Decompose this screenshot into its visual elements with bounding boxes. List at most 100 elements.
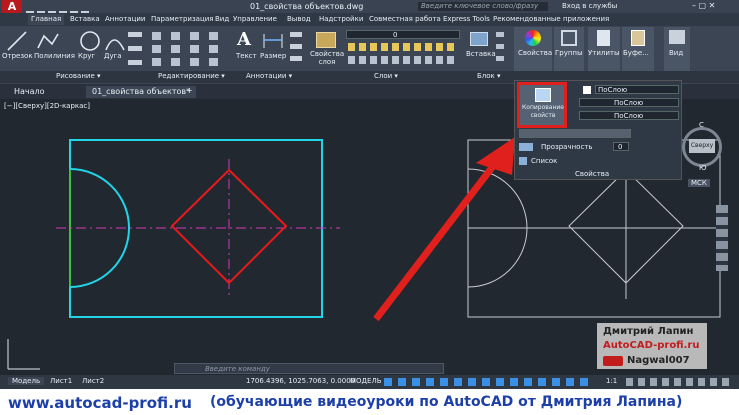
footer-banner: www.autocad-profi.ru (обучающие видеоуро… bbox=[0, 389, 739, 415]
match-properties-icon bbox=[535, 88, 551, 102]
block-tools-col[interactable] bbox=[496, 32, 504, 68]
arc-tool[interactable]: Дуга bbox=[104, 52, 122, 60]
viewcube[interactable]: С Сверху Ю МСК bbox=[680, 121, 724, 187]
linetype-dropdown[interactable]: ПоСлою bbox=[579, 98, 679, 107]
youtube-icon bbox=[603, 356, 623, 366]
ribbon-tabs: Главная Вставка Аннотации Параметризация… bbox=[0, 13, 739, 26]
annotation-panel-title[interactable]: Аннотации ▾ bbox=[246, 72, 292, 80]
status-toggle-icons[interactable] bbox=[384, 378, 594, 386]
plot-style-dropdown[interactable] bbox=[519, 129, 631, 138]
modify-panel-title[interactable]: Редактирование ▾ bbox=[158, 72, 225, 80]
view-label: Вид bbox=[669, 49, 684, 57]
match-properties-label: Копирование свойств bbox=[522, 104, 564, 119]
window-title: 01_свойства объектов.dwg bbox=[250, 2, 364, 11]
utilities-label: Утилиты bbox=[588, 49, 620, 57]
window-controls[interactable]: – ▢ ✕ bbox=[692, 1, 715, 10]
list-button[interactable]: Список bbox=[531, 157, 557, 165]
properties-label: Свойства bbox=[518, 49, 553, 57]
dimension-tool[interactable]: Размер bbox=[260, 52, 286, 60]
properties-button[interactable]: Свойства bbox=[514, 27, 552, 71]
transparency-input[interactable]: 0 bbox=[613, 142, 629, 151]
tab-manage[interactable]: Управление bbox=[230, 14, 280, 25]
layer-tools-row-2[interactable] bbox=[348, 56, 458, 64]
polyline-tool[interactable]: Полилиния bbox=[34, 52, 75, 60]
layer-properties-icon[interactable] bbox=[316, 32, 336, 48]
start-tab[interactable]: Начало bbox=[14, 87, 45, 96]
calculator-icon bbox=[597, 30, 610, 46]
transparency-label: Прозрачность bbox=[541, 143, 593, 151]
viewcube-face[interactable]: Сверху bbox=[689, 139, 715, 153]
annotation-extra-icons[interactable] bbox=[290, 32, 302, 68]
groups-icon bbox=[561, 30, 577, 46]
lineweight-value: ПоСлою bbox=[614, 112, 644, 120]
view-icon bbox=[669, 30, 685, 44]
new-tab-button[interactable]: + bbox=[186, 86, 193, 95]
insert-block-label[interactable]: Вставка bbox=[466, 50, 496, 58]
layer-tools-row[interactable] bbox=[348, 43, 458, 51]
layout-tab-sheet1[interactable]: Лист1 bbox=[50, 377, 72, 385]
command-input[interactable]: Введите команду bbox=[205, 365, 270, 373]
layout-tab-model[interactable]: Модель bbox=[8, 377, 45, 385]
footer-tagline: (обучающие видеоуроки по AutoCAD от Дмит… bbox=[210, 394, 683, 410]
layer-properties-label[interactable]: Свойства слоя bbox=[310, 50, 344, 66]
tab-output[interactable]: Вывод bbox=[284, 14, 314, 25]
dimension-icon[interactable] bbox=[262, 30, 284, 50]
draw-extra-icons[interactable] bbox=[128, 32, 142, 74]
groups-button[interactable]: Группы bbox=[554, 27, 584, 71]
author-name: Дмитрий Лапин bbox=[603, 326, 694, 337]
navigation-bar[interactable] bbox=[716, 205, 728, 271]
properties-panel-title: Свойства bbox=[575, 170, 610, 178]
layer-dropdown[interactable]: 0 bbox=[346, 30, 460, 39]
circle-tool[interactable]: Круг bbox=[78, 52, 95, 60]
clipboard-label: Буфе... bbox=[623, 49, 649, 57]
tab-parametric[interactable]: Параметризация bbox=[148, 14, 216, 25]
text-tool[interactable]: Текст bbox=[236, 52, 257, 60]
status-bar: Модель Лист1 Лист2 1706.4396, 1025.7063,… bbox=[0, 375, 739, 389]
draw-panel-title[interactable]: Рисование ▾ bbox=[56, 72, 101, 80]
color-dropdown[interactable]: ПоСлою bbox=[595, 85, 679, 94]
tab-collaborate[interactable]: Совместная работа bbox=[366, 14, 444, 25]
viewcube-south[interactable]: Ю bbox=[699, 164, 707, 172]
quick-access-toolbar[interactable] bbox=[26, 3, 121, 18]
author-site: AutoCAD-profi.ru bbox=[603, 340, 700, 351]
block-panel-title[interactable]: Блок ▾ bbox=[477, 72, 501, 80]
autocad-logo-icon[interactable]: A bbox=[2, 0, 22, 13]
footer-url: www.autocad-profi.ru bbox=[8, 394, 192, 412]
status-right-icons[interactable] bbox=[626, 378, 730, 386]
signin-link[interactable]: Вход в службы bbox=[562, 2, 617, 10]
list-icon bbox=[519, 157, 527, 165]
tab-insert[interactable]: Вставка bbox=[67, 14, 103, 25]
lineweight-dropdown[interactable]: ПоСлою bbox=[579, 111, 679, 120]
transparency-value: 0 bbox=[618, 143, 623, 151]
modify-tools-grid[interactable] bbox=[152, 32, 228, 70]
view-button[interactable]: Вид bbox=[664, 27, 690, 71]
coordinates-readout[interactable]: 1706.4396, 1025.7063, 0.0000 bbox=[246, 377, 355, 385]
layout-tab-sheet2[interactable]: Лист2 bbox=[82, 377, 104, 385]
tab-annotate[interactable]: Аннотации bbox=[102, 14, 148, 25]
model-space-toggle[interactable]: МОДЕЛЬ bbox=[350, 377, 382, 385]
command-line[interactable]: Введите команду bbox=[174, 363, 444, 374]
tab-home[interactable]: Главная bbox=[28, 14, 65, 25]
tab-featured-apps[interactable]: Рекомендованные приложения bbox=[490, 14, 612, 25]
clipboard-icon bbox=[631, 30, 645, 46]
annotation-scale[interactable]: 1:1 bbox=[606, 377, 617, 385]
wcs-label[interactable]: МСК bbox=[688, 179, 710, 187]
draw-tools-icons[interactable] bbox=[6, 30, 126, 52]
layers-panel-title[interactable]: Слои ▾ bbox=[374, 72, 398, 80]
viewcube-north[interactable]: С bbox=[699, 121, 704, 129]
drawing-tab[interactable]: 01_свойства объектов* bbox=[86, 86, 197, 98]
text-icon[interactable]: A bbox=[236, 30, 252, 50]
search-input[interactable]: Введите ключевое слово/фразу bbox=[418, 2, 548, 11]
title-bar: A 01_свойства объектов.dwg Введите ключе… bbox=[0, 0, 739, 18]
tab-express-tools[interactable]: Express Tools bbox=[440, 14, 493, 25]
line-tool[interactable]: Отрезок bbox=[2, 52, 33, 60]
color-swatch bbox=[583, 86, 591, 94]
transparency-icon bbox=[519, 143, 533, 151]
clipboard-button[interactable]: Буфе... bbox=[622, 27, 654, 71]
utilities-button[interactable]: Утилиты bbox=[588, 27, 620, 71]
properties-panel-popup: Копирование свойств ПоСлою ПоСлою ПоСлою… bbox=[514, 80, 682, 180]
tab-addins[interactable]: Надстройки bbox=[316, 14, 366, 25]
insert-block-icon[interactable] bbox=[470, 32, 488, 46]
groups-label: Группы bbox=[555, 49, 583, 57]
match-properties-button[interactable]: Копирование свойств bbox=[517, 82, 567, 128]
